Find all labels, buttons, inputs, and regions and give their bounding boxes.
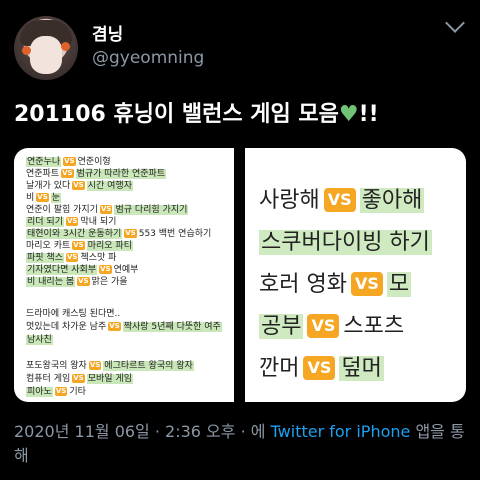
option-a: 호러 영화 bbox=[259, 272, 347, 297]
list-item: 태현이와 3시간 운동하기 VS 553 백번 연습하기 bbox=[26, 228, 211, 240]
flower-icon bbox=[61, 42, 70, 51]
timestamp[interactable]: 2020년 11월 06일 · 2:36 오후 · 에 bbox=[14, 422, 271, 441]
list-item: 호러 영화 VS 모 bbox=[259, 270, 412, 300]
option-a: 연준이 팔힘 가지기 bbox=[26, 205, 98, 215]
option-b: 좋아해 bbox=[359, 188, 425, 213]
list-item: 비 내리는 봄 VS 맑은 가을 bbox=[26, 276, 128, 288]
list-item: 피아노 VS 기타 bbox=[26, 386, 86, 398]
option-a: 기자였다면 사회부 bbox=[26, 265, 98, 275]
vs-badge: VS bbox=[61, 169, 74, 178]
option-b: 막내 되기 bbox=[80, 217, 117, 227]
vs-badge: VS bbox=[108, 322, 121, 331]
vs-badge: VS bbox=[63, 157, 76, 166]
option-a: 멋있는데 차가운 남주 bbox=[26, 322, 107, 332]
vs-badge: VS bbox=[36, 193, 49, 202]
list-item: 멋있는데 차가운 남주 VS 짝사랑 5년째 다뜻한 여주 bbox=[26, 321, 222, 333]
vs-badge: VS bbox=[88, 361, 102, 370]
list-item: 컴퓨터 게임 VS 모바일 게임 bbox=[26, 373, 133, 385]
option-a: 마리오 카트 bbox=[26, 241, 71, 251]
vs-badge: VS bbox=[99, 265, 112, 274]
list-item: 파핏 책스 VS 첵스맛 파 bbox=[26, 252, 116, 264]
list-item: 포도왕국의 왕자 VS 에그타르트 왕국의 왕자 bbox=[26, 360, 194, 372]
option-c: 남사친 bbox=[26, 335, 53, 345]
option-b: 기타 bbox=[69, 387, 86, 397]
vs-badge: VS bbox=[307, 314, 340, 338]
list-item: 비 VS 눈 bbox=[26, 192, 62, 204]
option-a: 비 bbox=[26, 193, 35, 203]
tweet-text: 201106 휴닝이 밸런스 게임 모음♥!! bbox=[14, 96, 379, 128]
avatar-face bbox=[30, 36, 62, 74]
list-item: 마리오 카트 VS 마리오 파티 bbox=[26, 240, 133, 252]
option-a: 날개가 있다 bbox=[26, 181, 71, 191]
option-a: 스쿠버다이빙 하기 bbox=[259, 230, 432, 255]
option-a: 비 내리는 봄 bbox=[26, 277, 76, 287]
option-b: 눈 bbox=[50, 193, 62, 203]
tweet-media[interactable]: 연준누나 VS 연준이형 연준파트 VS 범규가 따라한 연준파트 날개가 있다 VS 시간… bbox=[14, 148, 466, 402]
flower-icon bbox=[22, 46, 31, 55]
list-item: 연준누나 VS 연준이형 bbox=[26, 156, 111, 168]
list-item: 남사친 bbox=[26, 334, 53, 346]
chevron-down-icon[interactable] bbox=[445, 13, 465, 33]
list-item: 스쿠버다이빙 하기 bbox=[259, 228, 432, 258]
option-b: 에그타르트 왕국의 왕자 bbox=[103, 361, 194, 371]
option-b: 덮머 bbox=[339, 356, 384, 381]
vs-badge: VS bbox=[124, 229, 137, 238]
list-item: 연준이 팔힘 가지기 VS 범규 다리힘 가지기 bbox=[26, 204, 189, 216]
option-a: 파핏 책스 bbox=[26, 253, 64, 263]
option-b: 맑은 가을 bbox=[91, 277, 128, 287]
option-a: 공부 bbox=[259, 314, 304, 339]
option-a: 컴퓨터 게임 bbox=[26, 374, 71, 384]
drama-heading: 드라마에 캐스팅 된다면.. bbox=[26, 309, 121, 319]
option-b: 범규가 따라한 연준파트 bbox=[75, 169, 167, 179]
option-a: 포도왕국의 왕자 bbox=[26, 361, 87, 371]
option-b: 연예부 bbox=[113, 265, 139, 275]
media-image-left[interactable]: 연준누나 VS 연준이형 연준파트 VS 범규가 따라한 연준파트 날개가 있다 VS 시간… bbox=[14, 148, 234, 402]
vs-badge: VS bbox=[323, 188, 356, 212]
option-b: 짝사랑 5년째 다뜻한 여주 bbox=[122, 322, 222, 332]
vs-badge: VS bbox=[72, 374, 85, 383]
list-item: 연준파트 VS 범규가 따라한 연준파트 bbox=[26, 168, 167, 180]
user-handle[interactable]: @gyeomning bbox=[92, 48, 204, 68]
avatar[interactable] bbox=[14, 16, 78, 80]
tweet-suffix: !! bbox=[358, 102, 379, 127]
list-item: 사랑해 VS 좋아해 bbox=[259, 186, 425, 216]
option-b: 모바일 게임 bbox=[86, 374, 133, 384]
option-a: 깐머 bbox=[259, 356, 300, 381]
option-b: 모 bbox=[386, 272, 412, 297]
option-b: 마리오 파티 bbox=[86, 241, 133, 251]
vs-badge: VS bbox=[99, 205, 113, 214]
display-name[interactable]: 겸닝 bbox=[92, 20, 123, 45]
tweet-body: 201106 휴닝이 밸런스 게임 모음 bbox=[14, 102, 339, 127]
option-a: 리더 되기 bbox=[26, 217, 64, 227]
list-item: 기자였다면 사회부 VS 연예부 bbox=[26, 264, 138, 276]
option-a: 피아노 bbox=[26, 387, 53, 397]
option-b: 첵스맛 파 bbox=[80, 253, 117, 263]
vs-badge: VS bbox=[72, 241, 85, 250]
list-item: 날개가 있다 VS 시간 여행자 bbox=[26, 180, 133, 192]
list-item: 공부 VS 스포츠 bbox=[259, 312, 404, 342]
vs-badge: VS bbox=[54, 387, 68, 396]
vs-badge: VS bbox=[72, 181, 85, 190]
vs-badge: VS bbox=[77, 277, 90, 286]
vs-badge: VS bbox=[65, 253, 79, 262]
vs-badge: VS bbox=[350, 272, 383, 296]
option-b: 시간 여행자 bbox=[86, 181, 133, 191]
option-b: 스포츠 bbox=[343, 314, 405, 339]
option-b: 범규 다리힘 가지기 bbox=[114, 205, 189, 215]
media-image-right[interactable]: 사랑해 VS 좋아해 스쿠버다이빙 하기 호러 영화 VS 모 공부 VS 스포츠 깐머 VS… bbox=[245, 148, 466, 402]
option-a: 사랑해 bbox=[259, 188, 320, 213]
option-a: 태현이와 3시간 운동하기 bbox=[26, 229, 123, 239]
source-link[interactable]: Twitter for iPhone bbox=[271, 422, 411, 441]
option-a: 연준누나 bbox=[26, 157, 62, 167]
green-heart-icon: ♥ bbox=[338, 102, 359, 127]
vs-badge: VS bbox=[65, 217, 79, 226]
vs-badge: VS bbox=[303, 356, 336, 380]
list-item: 리더 되기 VS 막내 되기 bbox=[26, 216, 116, 228]
option-b: 연준이형 bbox=[77, 157, 111, 167]
option-a: 연준파트 bbox=[26, 169, 60, 179]
option-b: 553 백번 연습하기 bbox=[138, 229, 212, 239]
tweet-meta: 2020년 11월 06일 · 2:36 오후 · 에 Twitter for … bbox=[14, 420, 474, 468]
list-item: 깐머 VS 덮머 bbox=[259, 354, 384, 384]
